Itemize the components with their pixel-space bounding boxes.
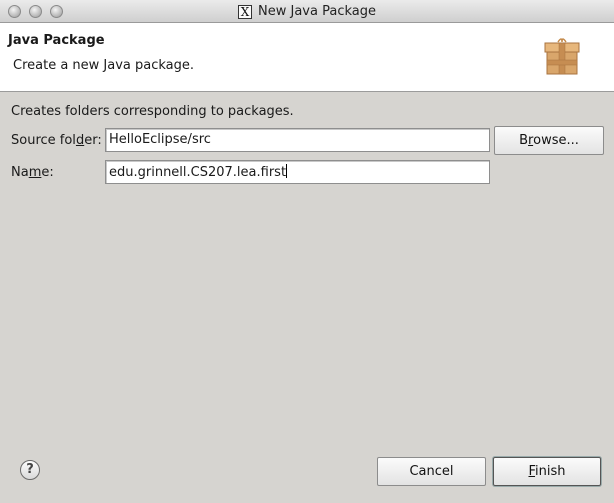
info-text: Creates folders corresponding to package… [11,104,294,119]
package-name-field[interactable]: edu.grinnell.CS207.lea.first [105,160,490,184]
text-cursor [286,164,288,178]
browse-button[interactable]: Browse... [494,126,604,155]
window-title: New Java Package [258,4,376,19]
cancel-button[interactable]: Cancel [377,457,486,486]
wizard-banner: Java Package Create a new Java package. [0,23,614,92]
source-folder-field[interactable]: HelloEclipse/src [105,128,490,152]
help-icon[interactable]: ? [20,460,40,480]
page-description: Create a new Java package. [13,58,195,73]
name-label: Name: [11,165,54,180]
page-title: Java Package [8,33,105,48]
package-icon [544,38,580,75]
x11-app-icon: X [238,4,253,19]
finish-button[interactable]: Finish [493,457,601,486]
title-group: X New Java Package [0,0,614,23]
source-folder-label: Source folder: [11,133,102,148]
title-bar: X New Java Package [0,0,614,23]
